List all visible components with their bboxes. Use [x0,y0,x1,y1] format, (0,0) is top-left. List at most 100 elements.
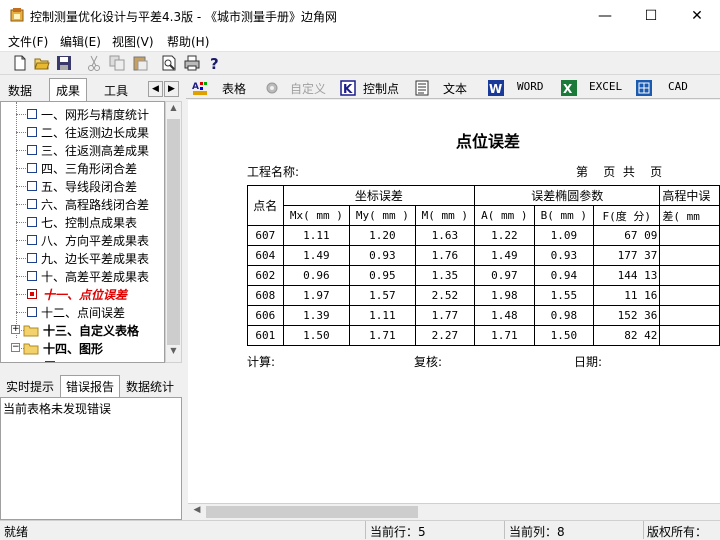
text-button[interactable]: 文本 [443,80,467,97]
checked-box-icon[interactable] [27,289,37,299]
tab-data[interactable]: 数据 [2,79,38,100]
cell-h[interactable] [659,325,720,346]
cell-b[interactable]: 0.93 [533,245,595,266]
tree-scrollbar[interactable]: ▲ ▼ [165,101,182,363]
table-row[interactable]: 608 1.97 1.57 2.52 1.98 1.55 11 16 [247,285,720,306]
cell-b[interactable]: 0.98 [533,305,595,326]
excel-button[interactable]: EXCEL [589,80,622,93]
checkbox-icon[interactable] [27,253,37,263]
control-point-button[interactable]: 控制点 [363,80,399,97]
table-row[interactable]: 601 1.50 1.71 2.27 1.71 1.50 82 42 [247,325,720,346]
cell-h[interactable] [659,265,720,286]
minimize-button[interactable]: — [582,0,628,31]
menu-edit[interactable]: 编辑(E) [60,33,101,50]
cell-f[interactable]: 144 13 [593,265,661,286]
document-hscrollbar[interactable]: ◀ [188,503,720,520]
word-icon[interactable]: W [488,80,504,96]
checkbox-icon[interactable] [27,271,37,281]
cell-mx[interactable]: 1.39 [282,305,351,326]
checkbox-icon[interactable] [27,109,37,119]
copy-icon[interactable] [108,54,126,72]
tab-realtime-tips[interactable]: 实时提示 [1,376,59,396]
cell-point-name[interactable]: 606 [247,305,284,326]
cell-my[interactable]: 1.57 [349,285,416,306]
table-row[interactable]: 602 0.96 0.95 1.35 0.97 0.94 144 13 [247,265,720,286]
checkbox-icon[interactable] [27,127,37,137]
checkbox-icon[interactable] [45,361,55,362]
cell-h[interactable] [659,285,720,306]
hscroll-thumb[interactable] [206,506,418,518]
cell-b[interactable]: 0.94 [533,265,595,286]
expand-icon[interactable]: + [11,325,20,334]
paste-icon[interactable] [131,54,149,72]
cell-a[interactable]: 0.97 [474,265,535,286]
cell-m[interactable]: 2.52 [414,285,476,306]
cell-point-name[interactable]: 608 [247,285,284,306]
cell-mx[interactable]: 1.11 [282,225,351,246]
text-doc-icon[interactable] [414,80,430,96]
tab-data-stats[interactable]: 数据统计 [121,376,179,396]
custom-gear-icon[interactable] [264,80,280,96]
tab-tools[interactable]: 工具 [98,79,134,100]
cell-mx[interactable]: 1.49 [282,245,351,266]
table-row[interactable]: 604 1.49 0.93 1.76 1.49 0.93 177 37 [247,245,720,266]
cell-point-name[interactable]: 604 [247,245,284,266]
cell-point-name[interactable]: 607 [247,225,284,246]
cell-h[interactable] [659,245,720,266]
cell-b[interactable]: 1.09 [533,225,595,246]
menu-file[interactable]: 文件(F) [8,33,48,50]
cell-b[interactable]: 1.50 [533,325,595,346]
maximize-button[interactable]: ☐ [628,0,674,31]
cell-h[interactable] [659,225,720,246]
cell-b[interactable]: 1.55 [533,285,595,306]
cell-m[interactable]: 1.35 [414,265,476,286]
checkbox-icon[interactable] [27,217,37,227]
cell-m[interactable]: 1.63 [414,225,476,246]
cell-f[interactable]: 82 42 [593,325,661,346]
cell-my[interactable]: 0.95 [349,265,416,286]
cell-m[interactable]: 1.76 [414,245,476,266]
print-preview-icon[interactable] [160,54,178,72]
close-button[interactable]: ✕ [674,0,720,31]
table-row[interactable]: 606 1.39 1.11 1.77 1.48 0.98 152 36 [247,305,720,326]
checkbox-icon[interactable] [27,145,37,155]
menu-help[interactable]: 帮助(H) [167,33,209,50]
cell-a[interactable]: 1.22 [474,225,535,246]
tab-scroll-left-button[interactable]: ◀ [148,81,163,97]
word-button[interactable]: WORD [517,80,544,93]
new-file-icon[interactable] [11,54,29,72]
cad-button[interactable]: CAD [668,80,688,93]
cell-mx[interactable]: 0.96 [282,265,351,286]
help-icon[interactable]: ? [206,54,224,72]
excel-icon[interactable]: X [561,80,577,96]
table-format-icon[interactable]: A [192,80,208,96]
menu-view[interactable]: 视图(V) [112,33,154,50]
tab-results[interactable]: 成果 [49,78,88,101]
cell-a[interactable]: 1.48 [474,305,535,326]
cell-h[interactable] [659,305,720,326]
cell-point-name[interactable]: 601 [247,325,284,346]
table-row[interactable]: 607 1.11 1.20 1.63 1.22 1.09 67 09 [247,225,720,246]
save-icon[interactable] [55,54,73,72]
cell-f[interactable]: 152 36 [593,305,661,326]
cell-f[interactable]: 177 37 [593,245,661,266]
cell-a[interactable]: 1.71 [474,325,535,346]
print-icon[interactable] [183,54,201,72]
cell-m[interactable]: 2.27 [414,325,476,346]
open-folder-icon[interactable] [33,54,51,72]
cell-a[interactable]: 1.49 [474,245,535,266]
cell-point-name[interactable]: 602 [247,265,284,286]
cell-mx[interactable]: 1.50 [282,325,351,346]
tab-scroll-right-button[interactable]: ▶ [164,81,179,97]
collapse-icon[interactable]: − [11,343,20,352]
cell-my[interactable]: 1.20 [349,225,416,246]
checkbox-icon[interactable] [27,163,37,173]
checkbox-icon[interactable] [27,235,37,245]
checkbox-icon[interactable] [27,307,37,317]
cad-icon[interactable] [636,80,652,96]
custom-button[interactable]: 自定义 [290,80,326,97]
cut-icon[interactable] [85,54,103,72]
cell-my[interactable]: 0.93 [349,245,416,266]
checkbox-icon[interactable] [27,199,37,209]
cell-m[interactable]: 1.77 [414,305,476,326]
